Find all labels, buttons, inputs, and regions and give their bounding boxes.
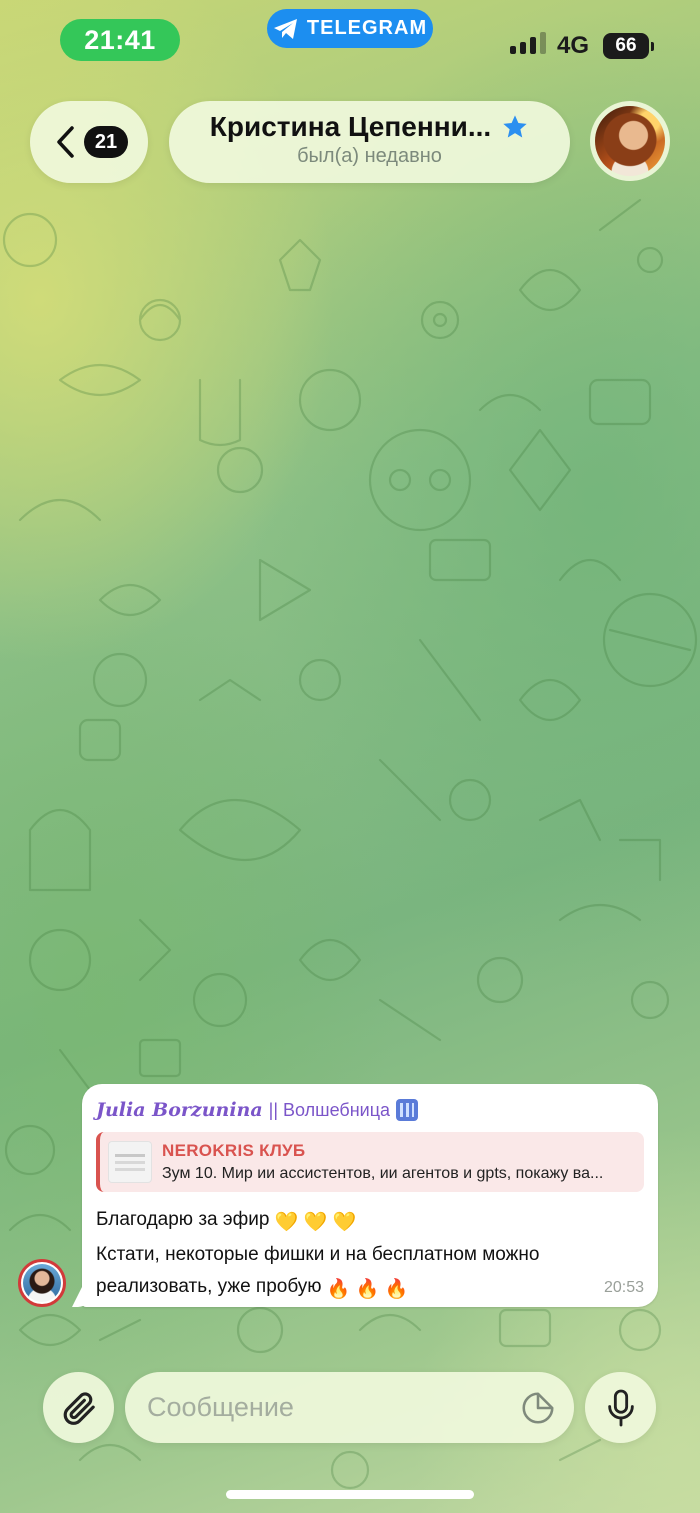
- microphone-icon: [607, 1389, 634, 1426]
- back-button[interactable]: 21: [30, 101, 148, 183]
- avatar-image: [595, 106, 665, 176]
- reply-quote[interactable]: NEROKRIS КЛУБ Зум 10. Мир ии ассистентов…: [96, 1132, 644, 1192]
- star-icon: [503, 115, 527, 138]
- app-pill-label: TELEGRAM: [306, 17, 428, 39]
- message-input[interactable]: [147, 1392, 520, 1423]
- chat-title: Кристина Цепенни...: [209, 111, 492, 142]
- message-bubble[interactable]: Julia Borzunina || Волшебница NEROKRIS К…: [82, 1084, 658, 1307]
- message-line: Кстати, некоторые фишки и на бесплатном …: [96, 1244, 540, 1265]
- network-type: 4G: [557, 32, 590, 59]
- sender-row: Julia Borzunina || Волшебница: [96, 1096, 644, 1124]
- sender-avatar-image: [23, 1264, 61, 1302]
- yellow-heart-emoji: 💛 💛 💛: [274, 1212, 357, 1233]
- chat-status: был(а) недавно: [297, 145, 442, 167]
- voice-record-button[interactable]: [585, 1372, 656, 1443]
- message-line: Благодарю за эфир 💛 💛 💛: [96, 1204, 644, 1239]
- status-time[interactable]: 21:41: [60, 19, 180, 61]
- battery-icon: 66: [603, 33, 654, 59]
- message-text: Благодарю за эфир 💛 💛 💛 Кстати, некоторы…: [96, 1204, 644, 1306]
- sender-avatar[interactable]: [18, 1259, 66, 1307]
- chevron-left-icon: [57, 126, 74, 158]
- signal-icon: [510, 32, 546, 54]
- sender-title: || Волшебница: [268, 1099, 391, 1120]
- sender-name[interactable]: Julia Borzunina: [96, 1099, 263, 1121]
- chat-avatar[interactable]: [590, 101, 670, 181]
- telegram-icon: [273, 18, 297, 39]
- reply-thumbnail: [108, 1141, 152, 1183]
- message-line: реализовать, уже пробую 🔥 🔥 🔥: [96, 1271, 644, 1306]
- chat-header[interactable]: Кристина Цепенни... был(а) недавно: [169, 101, 570, 183]
- reply-snippet: Зум 10. Мир ии ассистентов, ии агентов и…: [162, 1165, 604, 1182]
- attach-button[interactable]: [43, 1372, 114, 1443]
- fire-emoji: 🔥 🔥 🔥: [326, 1279, 409, 1300]
- status-bar: 21:41 TELEGRAM 4G 66: [0, 0, 700, 80]
- custom-emoji-icon: [396, 1099, 419, 1121]
- paperclip-icon: [63, 1391, 95, 1425]
- sticker-icon[interactable]: [520, 1390, 556, 1426]
- return-to-app-pill[interactable]: TELEGRAM: [267, 9, 433, 48]
- reply-title: NEROKRIS КЛУБ: [162, 1141, 306, 1160]
- message-input-container[interactable]: [125, 1372, 574, 1443]
- home-indicator[interactable]: [226, 1490, 474, 1499]
- message-time: 20:53: [603, 1279, 644, 1296]
- unread-count-badge: 21: [84, 126, 128, 158]
